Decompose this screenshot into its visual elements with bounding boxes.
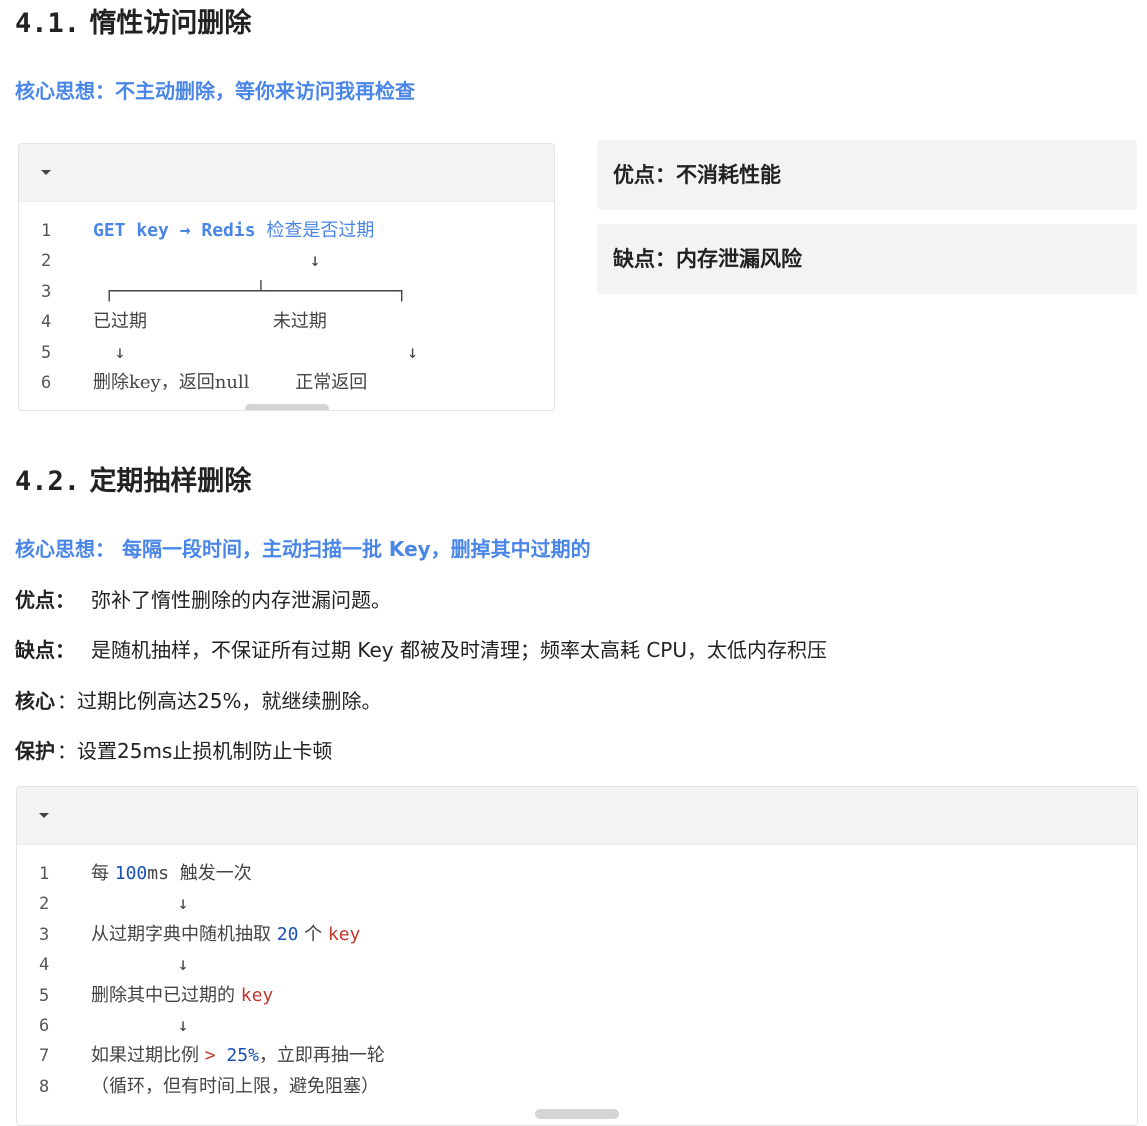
pros-text: 弥补了惰性删除的内存泄漏问题。: [91, 588, 391, 612]
code-text: 从过期字典中随机抽取 20 个 key: [91, 920, 360, 950]
collapse-caret-icon[interactable]: [41, 170, 51, 175]
code-token: key: [327, 923, 361, 945]
line-number: 1: [39, 864, 50, 884]
cons-box: 缺点：内存泄漏风险: [597, 224, 1137, 294]
code-text: 如果过期比例 > 25%，立即再抽一轮: [91, 1041, 385, 1071]
line-number: 5: [41, 342, 52, 363]
core-text: ：过期比例高达25%，就继续删除。: [57, 689, 382, 713]
code-block-periodic: 1 每 100ms 触发一次 2 ↓ 3 从过期字典中随机抽取 20 个 key 4 ↓ 5…: [16, 786, 1138, 1126]
code-block-lazy: 1 GET key → Redis 检查是否过期 2 ↓ 3 ┌───────────…: [18, 143, 555, 411]
code-token: 删除key，返回null 正常返回: [93, 372, 368, 393]
line-number: 2: [39, 894, 50, 915]
code-text: ↓: [91, 889, 189, 919]
code-token: key: [240, 984, 274, 1006]
line-number: 1: [41, 221, 52, 241]
code-token: 个: [298, 923, 328, 945]
line-number: 6: [41, 373, 52, 393]
code-token: 已过期 未过期: [93, 311, 327, 333]
code-token: 如果过期比例: [91, 1045, 205, 1067]
line-number: 7: [39, 1046, 50, 1067]
pros-label: 优点：: [15, 588, 75, 612]
section-title: 惰性访问删除: [89, 8, 252, 39]
code-token: ↓: [91, 893, 189, 915]
code-token: 20: [276, 923, 299, 945]
line-number: 4: [41, 312, 52, 333]
code-text: 每 100ms 触发一次: [91, 859, 252, 889]
cons-paragraph: 缺点： 是随机抽样，不保证所有过期 Key 都被及时清理；频率太高耗 CPU，太低…: [15, 640, 827, 660]
code-text: （循环，但有时间上限，避免阻塞）: [91, 1072, 379, 1102]
line-number: 4: [39, 955, 50, 976]
code-block-header[interactable]: [19, 144, 554, 202]
pros-paragraph: 优点： 弥补了惰性删除的内存泄漏问题。: [15, 590, 391, 610]
code-token: ms: [147, 863, 180, 884]
code-block-header[interactable]: [17, 787, 1137, 845]
collapse-caret-icon[interactable]: [39, 813, 49, 818]
code-text: 删除其中已过期的 key: [91, 981, 273, 1011]
section-4-2-heading: 4.2. 定期抽样删除: [15, 468, 251, 495]
code-token: 触发一次: [179, 863, 252, 884]
code-token: ↓: [91, 954, 189, 976]
core-idea-2: 核心思想： 每隔一段时间，主动扫描一批 Key，删掉其中过期的: [15, 537, 591, 561]
protect-paragraph: 保护 ：设置25ms止损机制防止卡顿: [15, 741, 332, 761]
code-text: ↓ ↓: [93, 338, 418, 368]
code-text: 已过期 未过期: [93, 307, 327, 337]
code-token: 检查是否过期: [266, 220, 375, 241]
code-token: 每: [91, 863, 115, 884]
core-idea-1: 核心思想：不主动删除，等你来访问我再检查: [15, 79, 415, 103]
line-number: 3: [39, 924, 50, 945]
code-token: 25%: [226, 1045, 259, 1067]
protect-label: 保护: [15, 739, 55, 763]
code-token: （循环，但有时间上限，避免阻塞）: [91, 1075, 379, 1097]
section-title: 定期抽样删除: [89, 466, 252, 497]
horizontal-scrollbar[interactable]: [245, 404, 329, 410]
code-token: ↓: [91, 1015, 189, 1036]
code-token: 100: [114, 863, 148, 884]
section-4-1-heading: 4.1. 惰性访问删除: [15, 10, 251, 37]
core-label: 核心: [15, 689, 55, 713]
line-number: 8: [39, 1076, 50, 1097]
code-token: 删除其中已过期的: [91, 984, 241, 1006]
line-number: 6: [39, 1016, 50, 1036]
code-token: GET key → Redis: [93, 220, 267, 241]
code-text: ↓: [91, 1011, 189, 1041]
code-text: ┌─────────────┴────────────┐: [93, 277, 407, 307]
cons-label: 缺点：: [15, 638, 75, 662]
code-token: ↓ ↓: [93, 341, 419, 363]
code-token: ，立即再抽一轮: [258, 1045, 385, 1067]
code-text: ↓: [91, 950, 189, 980]
horizontal-scrollbar[interactable]: [535, 1109, 619, 1119]
cons-text: 是随机抽样，不保证所有过期 Key 都被及时清理；频率太高耗 CPU，太低内存积…: [91, 638, 827, 662]
code-token: 从过期字典中随机抽取: [91, 923, 277, 945]
line-number: 5: [39, 985, 50, 1006]
protect-text: ：设置25ms止损机制防止卡顿: [57, 739, 333, 763]
code-token: >: [204, 1045, 227, 1067]
pros-box: 优点：不消耗性能: [597, 140, 1137, 210]
line-number: 2: [41, 251, 52, 272]
code-text: GET key → Redis 检查是否过期: [93, 216, 374, 246]
code-text: ↓: [93, 246, 321, 276]
code-text: 删除key，返回null 正常返回: [93, 368, 367, 398]
core-paragraph: 核心 ：过期比例高达25%，就继续删除。: [15, 691, 381, 711]
code-token: ↓: [93, 250, 321, 272]
section-number: 4.2.: [15, 466, 81, 497]
code-token: ┌─────────────┴────────────┐: [93, 280, 408, 302]
section-number: 4.1.: [15, 8, 81, 39]
line-number: 3: [41, 281, 52, 302]
